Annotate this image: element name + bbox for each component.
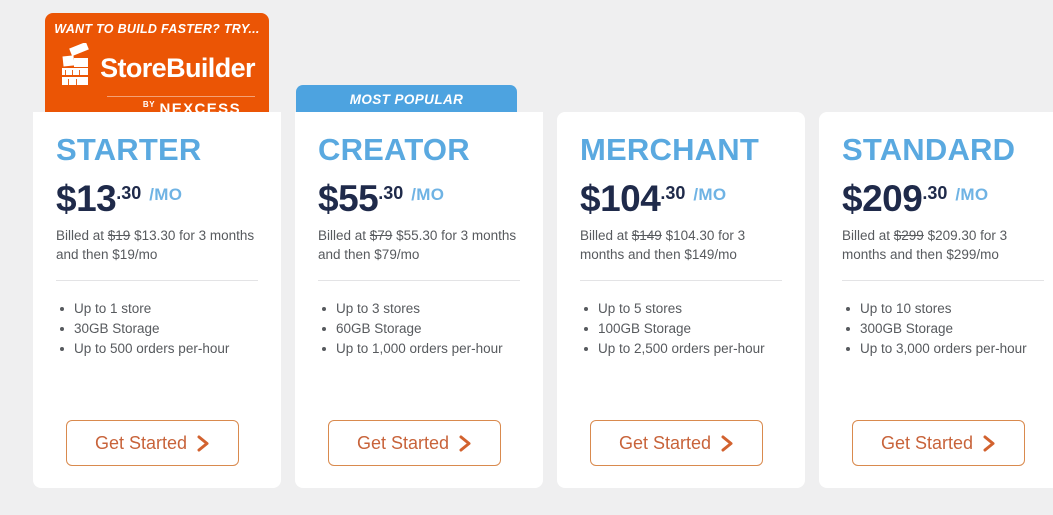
billing-original-price: $79 [369,228,393,243]
billing-prefix: Billed at [842,228,894,243]
nexcess-brand: NEXCESS [159,100,241,112]
storebuilder-logo: StoreBuilder [45,41,269,94]
get-started-button[interactable]: Get Started [852,420,1025,466]
price-amount: $209 [842,178,923,219]
feature-item: 100GB Storage [580,319,782,339]
card-divider [56,280,258,281]
feature-item: Up to 500 orders per-hour [56,339,258,359]
price-amount: $13 [56,178,117,219]
plan-price: $209 .30 /MO [842,179,1044,219]
plan-name: STANDARD [842,132,1016,167]
plan-name: STARTER [56,132,202,167]
storebuilder-blocks-icon [59,41,93,94]
plan-price: $13 .30 /MO [56,179,258,219]
feature-item: Up to 3,000 orders per-hour [842,339,1044,359]
pricing-card-merchant[interactable]: MERCHANT $104 .30 /MO Billed at $149 $10… [557,112,805,488]
storebuilder-promo-banner[interactable]: WANT TO BUILD FASTER? TRY... StoreBuilde… [45,13,269,112]
get-started-label: Get Started [94,432,188,453]
price-period: /MO [955,185,989,204]
most-popular-badge: MOST POPULAR [296,85,517,113]
card-divider [580,280,782,281]
pricing-card-creator[interactable]: CREATOR $55 .30 /MO Billed at $79 $55.30… [295,112,543,488]
billing-original-price: $149 [631,228,662,243]
feature-list: Up to 10 stores 300GB Storage Up to 3,00… [842,299,1044,359]
promo-tagline: WANT TO BUILD FASTER? TRY... [54,22,260,36]
billing-original-price: $19 [107,228,131,243]
feature-item: 300GB Storage [842,319,1044,339]
get-started-button[interactable]: Get Started [66,420,239,466]
billing-original-price: $299 [893,228,924,243]
billing-prefix: Billed at [318,228,370,243]
billing-prefix: Billed at [580,228,632,243]
feature-item: 30GB Storage [56,319,258,339]
price-amount: $104 [580,178,661,219]
price-amount: $55 [318,178,379,219]
price-cents: .30 [378,183,404,203]
pricing-cards-row: STARTER $13 .30 /MO Billed at $19 $13.30… [33,112,1053,488]
feature-item: Up to 1 store [56,299,258,319]
price-cents: .30 [660,183,686,203]
feature-list: Up to 1 store 30GB Storage Up to 500 ord… [56,299,258,359]
billing-note: Billed at $299 $209.30 for 3 months and … [842,226,1044,264]
price-cents: .30 [922,183,948,203]
chevron-right-icon [197,435,210,452]
price-period: /MO [149,185,183,204]
plan-name: MERCHANT [580,132,759,167]
most-popular-label: MOST POPULAR [349,91,464,107]
feature-item: Up to 5 stores [580,299,782,319]
nexcess-attribution: BY NEXCESS [107,96,255,112]
chevron-right-icon [459,435,472,452]
feature-item: Up to 2,500 orders per-hour [580,339,782,359]
billing-prefix: Billed at [56,228,108,243]
feature-item: 60GB Storage [318,319,520,339]
plan-price: $104 .30 /MO [580,179,782,219]
storebuilder-wordmark: StoreBuilder [100,53,255,83]
feature-list: Up to 5 stores 100GB Storage Up to 2,500… [580,299,782,359]
feature-item: Up to 10 stores [842,299,1044,319]
pricing-card-standard[interactable]: STANDARD $209 .30 /MO Billed at $299 $20… [819,112,1053,488]
by-label: BY [142,100,156,109]
get-started-label: Get Started [880,432,974,453]
price-period: /MO [411,185,445,204]
billing-note: Billed at $79 $55.30 for 3 months and th… [318,226,520,264]
billing-note: Billed at $149 $104.30 for 3 months and … [580,226,782,264]
get-started-label: Get Started [356,432,450,453]
get-started-button[interactable]: Get Started [328,420,501,466]
price-period: /MO [693,185,727,204]
chevron-right-icon [721,435,734,452]
pricing-card-starter[interactable]: STARTER $13 .30 /MO Billed at $19 $13.30… [33,112,281,488]
feature-item: Up to 3 stores [318,299,520,319]
plan-name: CREATOR [318,132,470,167]
feature-item: Up to 1,000 orders per-hour [318,339,520,359]
billing-note: Billed at $19 $13.30 for 3 months and th… [56,226,258,264]
get-started-button[interactable]: Get Started [590,420,763,466]
plan-price: $55 .30 /MO [318,179,520,219]
pricing-page: WANT TO BUILD FASTER? TRY... StoreBuilde… [0,0,1053,515]
price-cents: .30 [116,183,142,203]
card-divider [842,280,1044,281]
chevron-right-icon [983,435,996,452]
feature-list: Up to 3 stores 60GB Storage Up to 1,000 … [318,299,520,359]
card-divider [318,280,520,281]
get-started-label: Get Started [618,432,712,453]
